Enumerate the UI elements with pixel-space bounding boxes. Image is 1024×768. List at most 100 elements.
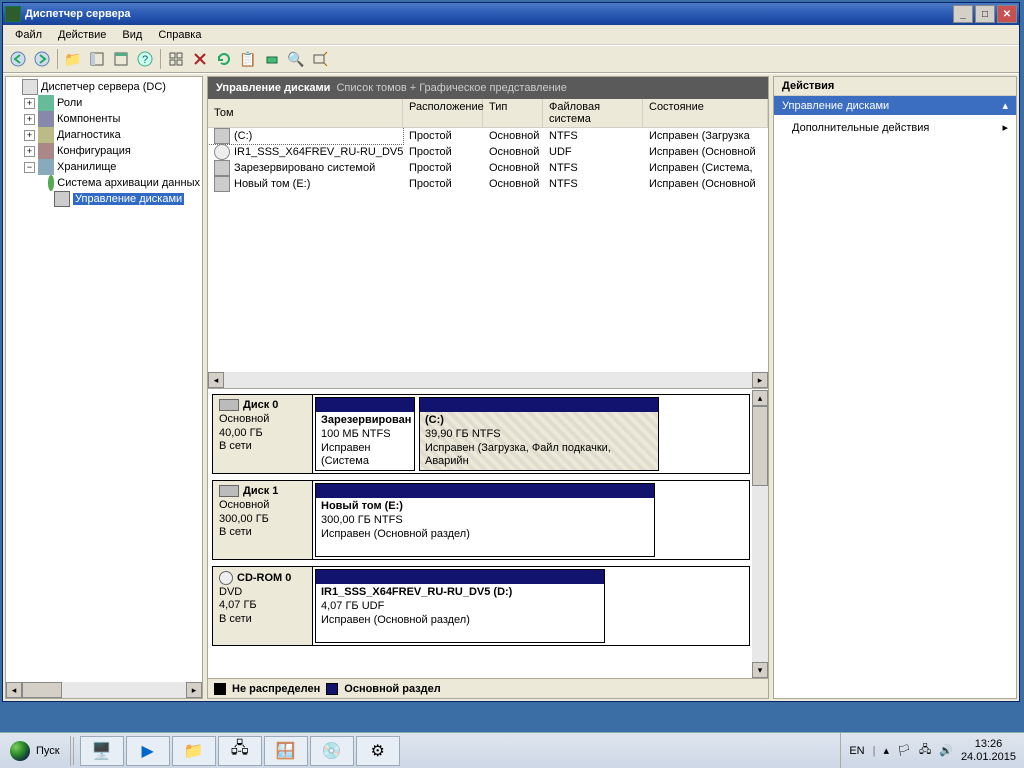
chevron-right-icon: ▸: [1002, 121, 1008, 134]
column-fs[interactable]: Файловая система: [543, 99, 643, 127]
scroll-right-icon[interactable]: ▸: [186, 682, 202, 698]
actions-section[interactable]: Управление дисками ▴: [774, 96, 1016, 115]
tree-storage[interactable]: −Хранилище: [8, 159, 200, 175]
legend: Не распределен Основной раздел: [208, 678, 768, 698]
column-layout[interactable]: Расположение: [403, 99, 483, 127]
volume-row[interactable]: Новый том (E:)ПростойОсновнойNTFSИсправе…: [208, 176, 768, 192]
properties-button[interactable]: [110, 48, 132, 70]
minimize-button[interactable]: _: [953, 5, 973, 23]
task-powershell[interactable]: ▶: [126, 736, 170, 766]
back-button[interactable]: [7, 48, 29, 70]
tree-configuration[interactable]: +Конфигурация: [8, 143, 200, 159]
tray-separator: |: [873, 745, 876, 757]
menu-help[interactable]: Справка: [150, 27, 209, 43]
scroll-right-icon[interactable]: ▸: [752, 372, 768, 388]
partition-header: [420, 398, 658, 412]
disk-size: 300,00 ГБ: [219, 513, 269, 525]
task-remote[interactable]: 🖧: [218, 736, 262, 766]
disk-row: Диск 0Основной40,00 ГБВ сетиЗарезервиров…: [212, 394, 750, 474]
menu-file[interactable]: Файл: [7, 27, 50, 43]
scroll-down-icon[interactable]: ▾: [752, 662, 768, 678]
tree-backup[interactable]: Система архивации данных: [8, 175, 200, 191]
toolbar: 📁 ? 📋 🔍: [3, 45, 1019, 73]
swatch-primary: [326, 683, 338, 695]
delete-button[interactable]: [189, 48, 211, 70]
tray-arrow-icon[interactable]: ▴: [883, 744, 889, 757]
list-button[interactable]: 📋: [237, 48, 259, 70]
task-server-manager[interactable]: 🖥️: [80, 736, 124, 766]
volume-row[interactable]: Зарезервировано системойПростойОсновнойN…: [208, 160, 768, 176]
volume-type: Основной: [483, 146, 543, 158]
refresh-button[interactable]: [213, 48, 235, 70]
partition-header: [316, 398, 414, 412]
start-button[interactable]: Пуск: [0, 736, 71, 766]
scroll-left-icon[interactable]: ◂: [208, 372, 224, 388]
tree-disk-management[interactable]: Управление дисками: [8, 191, 200, 207]
tree-roles[interactable]: +Роли: [8, 95, 200, 111]
navigation-tree: Диспетчер сервера (DC) +Роли +Компоненты…: [5, 76, 203, 699]
disk-kind: Основной: [219, 499, 269, 511]
task-app3[interactable]: ⚙: [356, 736, 400, 766]
tray-volume-icon[interactable]: 🔊: [939, 744, 953, 757]
close-button[interactable]: ✕: [997, 5, 1017, 23]
volume-row[interactable]: IR1_SSS_X64FREV_RU-RU_DV5 (D:)ПростойОсн…: [208, 144, 768, 160]
task-app1[interactable]: 🪟: [264, 736, 308, 766]
menu-action[interactable]: Действие: [50, 27, 114, 43]
tree-root[interactable]: Диспетчер сервера (DC): [8, 79, 200, 95]
scroll-thumb[interactable]: [22, 682, 62, 698]
options-button[interactable]: [309, 48, 331, 70]
list-horizontal-scrollbar[interactable]: ◂ ▸: [208, 372, 768, 388]
partition[interactable]: Новый том (E:)300,00 ГБ NTFSИсправен (Ос…: [315, 483, 655, 557]
tray-network-icon[interactable]: 🖧: [919, 741, 931, 760]
show-hide-button[interactable]: [86, 48, 108, 70]
disk-icon: [219, 399, 239, 411]
task-app2[interactable]: 💿: [310, 736, 354, 766]
disk-state: В сети: [219, 440, 252, 452]
search-button[interactable]: 🔍: [285, 48, 307, 70]
graph-vertical-scrollbar[interactable]: ▴ ▾: [752, 390, 768, 678]
disk-label: CD-ROM 0: [237, 572, 291, 584]
scroll-up-icon[interactable]: ▴: [752, 390, 768, 406]
disk-size: 40,00 ГБ: [219, 427, 263, 439]
tray-flag-icon[interactable]: 🏳: [897, 744, 911, 757]
column-type[interactable]: Тип: [483, 99, 543, 127]
partition[interactable]: IR1_SSS_X64FREV_RU-RU_DV5 (D:)4,07 ГБ UD…: [315, 569, 605, 643]
server-manager-window: Диспетчер сервера _ □ ✕ Файл Действие Ви…: [2, 2, 1020, 702]
toolbar-separator: [160, 49, 161, 69]
maximize-button[interactable]: □: [975, 5, 995, 23]
menu-view[interactable]: Вид: [114, 27, 150, 43]
volume-name: IR1_SSS_X64FREV_RU-RU_DV5 (D:): [234, 146, 403, 158]
partition-status: Исправен (Система: [321, 442, 371, 468]
swatch-unallocated: [214, 683, 226, 695]
forward-button[interactable]: [31, 48, 53, 70]
disk-state: В сети: [219, 526, 252, 538]
volume-fs: NTFS: [543, 130, 643, 142]
partition[interactable]: Зарезервирован100 МБ NTFSИсправен (Систе…: [315, 397, 415, 471]
tree-horizontal-scrollbar[interactable]: ◂ ▸: [6, 682, 202, 698]
help-button[interactable]: ?: [134, 48, 156, 70]
action-more[interactable]: Дополнительные действия ▸: [774, 115, 1016, 140]
volume-status: Исправен (Загрузка: [643, 130, 768, 142]
tree-components[interactable]: +Компоненты: [8, 111, 200, 127]
taskbar: Пуск 🖥️ ▶ 📁 🖧 🪟 💿 ⚙ EN | ▴ 🏳 🖧 🔊 13:26 2…: [0, 732, 1024, 768]
column-status[interactable]: Состояние: [643, 99, 768, 127]
action-more-label: Дополнительные действия: [792, 122, 929, 134]
clock[interactable]: 13:26 24.01.2015: [961, 738, 1016, 763]
partition[interactable]: (C:)39,90 ГБ NTFSИсправен (Загрузка, Фай…: [419, 397, 659, 471]
column-name[interactable]: Том: [208, 99, 403, 127]
scroll-left-icon[interactable]: ◂: [6, 682, 22, 698]
up-button[interactable]: 📁: [62, 48, 84, 70]
tree-diagnostics[interactable]: +Диагностика: [8, 127, 200, 143]
task-explorer[interactable]: 📁: [172, 736, 216, 766]
language-indicator[interactable]: EN: [849, 745, 864, 757]
volume-fs: UDF: [543, 146, 643, 158]
volume-row[interactable]: (C:)ПростойОсновнойNTFSИсправен (Загрузк…: [208, 128, 768, 144]
start-label: Пуск: [36, 745, 60, 757]
attach-button[interactable]: [261, 48, 283, 70]
scroll-thumb[interactable]: [752, 406, 768, 486]
volume-icon: [214, 160, 230, 176]
disk-row: Диск 1Основной300,00 ГБВ сетиНовый том (…: [212, 480, 750, 560]
titlebar[interactable]: Диспетчер сервера _ □ ✕: [3, 3, 1019, 25]
view-large-button[interactable]: [165, 48, 187, 70]
partition-title: (C:): [425, 414, 444, 426]
